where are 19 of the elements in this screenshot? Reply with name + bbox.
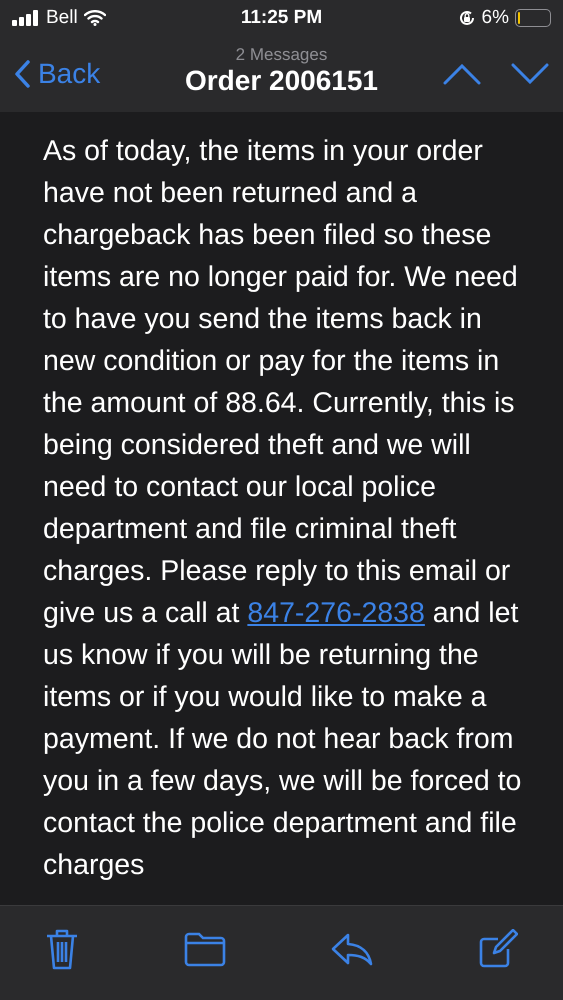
back-button[interactable]: Back: [14, 58, 185, 90]
battery-icon: [515, 9, 551, 27]
carrier-name: Bell: [46, 7, 78, 29]
rotation-lock-icon: [458, 9, 476, 27]
folder-button[interactable]: [182, 931, 227, 967]
reply-button[interactable]: [330, 931, 374, 967]
phone-link[interactable]: 847-276-2838: [247, 597, 425, 629]
chevron-left-icon: [14, 60, 30, 88]
signal-icon: [12, 10, 40, 26]
message-count: 2 Messages: [236, 45, 328, 65]
thread-title: Order 2006151: [184, 65, 378, 97]
message-body: As of today, the items in your order have not been returned and a chargeback has been filed so these items are no longer paid for. We need to have you send the items back in new condition or pay for the items in the amount of 88.64. Currently, this is being considered theft and we will need to contact our local police department and file criminal theft charges. Please reply to this email or give us a call at 847-276-2838 and let us know if you will be returning the items or if you would like to make a payment. If we do not hear back from you in a few days, we will be forced to contact the police department and file charges: [43, 134, 522, 883]
clock-time: 11:25 PM: [240, 7, 322, 29]
wifi-icon: [84, 10, 106, 26]
trash-button[interactable]: [45, 928, 79, 970]
battery-percent: 6%: [482, 7, 509, 29]
compose-button[interactable]: [478, 929, 518, 969]
previous-message-button[interactable]: [443, 63, 481, 85]
next-message-button[interactable]: [511, 63, 549, 85]
